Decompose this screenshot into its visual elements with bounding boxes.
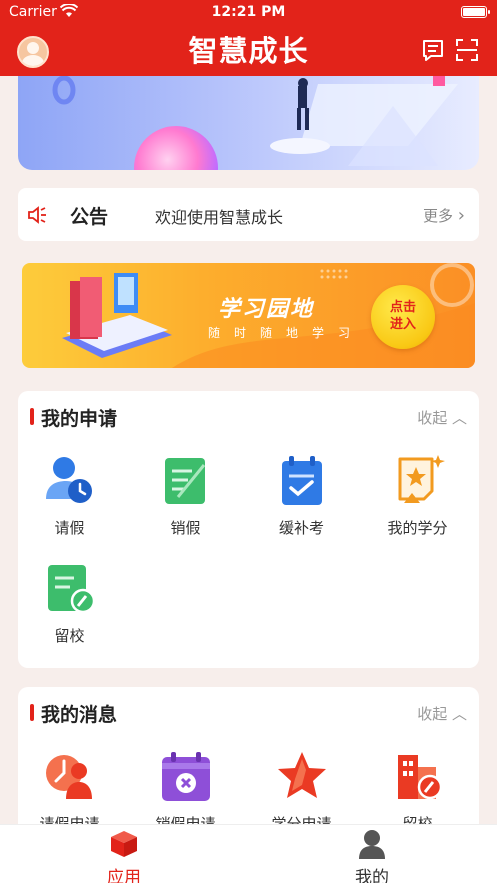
app-item-stay-at-school[interactable]: 留校 [12,561,127,646]
chevron-up-icon: ︿ [451,705,467,723]
bottom-tab-bar: 应用 我的 [0,824,497,883]
stay-at-school-icon [42,561,98,617]
cancel-leave-icon [158,453,214,509]
app-item-credits[interactable]: 我的学分 [360,453,475,538]
msg-item-cancel-leave-request[interactable]: 销假申请 [128,749,243,834]
tab-mine[interactable]: 我的 [248,825,496,883]
msg-item-stay-request[interactable]: 留校 [360,749,475,834]
person-icon [358,829,386,863]
app-item-label: 请假 [54,519,85,537]
collapse-button[interactable]: 收起 ︿ [417,407,467,428]
clock: 12:21 PM [211,4,286,20]
hero-banner[interactable] [18,76,479,170]
enter-button-line2: 进入 [389,317,416,332]
tab-apps[interactable]: 应用 [0,825,248,883]
app-item-leave[interactable]: 请假 [12,453,127,538]
my-messages-card: 我的消息 收起 ︿ 请假申请 销假申请 学分申请 留校 [18,687,479,847]
study-garden-banner[interactable]: 学习园地 随时随地学习 点击 进入 [22,263,475,368]
cancel-leave-request-icon [158,749,214,805]
app-item-cancel-leave[interactable]: 销假 [128,453,243,538]
app-item-label: 销假 [170,519,201,537]
app-item-makeup-exam[interactable]: 缓补考 [244,453,359,538]
app-item-label: 留校 [54,627,85,645]
section-accent-bar [30,704,34,721]
credits-icon [390,453,446,509]
chevron-up-icon: ︿ [451,409,467,427]
makeup-exam-icon [274,453,330,509]
chevron-right-icon: › [457,205,465,226]
study-banner-subtitle: 随时随地学习 [208,326,365,340]
notice-bar[interactable]: 公告 欢迎使用智慧成长 更多 › [18,188,479,241]
enter-button-line1: 点击 [389,300,416,315]
study-banner-title: 学习园地 [218,297,315,322]
section-title: 我的申请 [41,408,118,430]
megaphone-icon [27,205,49,229]
card-header: 我的消息 收起 ︿ [18,687,479,737]
app-item-label: 我的学分 [387,519,448,537]
credit-request-icon [274,749,330,805]
collapse-label: 收起 [417,705,448,723]
notice-more-label: 更多 [423,207,454,225]
section-title: 我的消息 [41,704,118,726]
my-applications-card: 我的申请 收起 ︿ 请假 销假 缓补考 我的学分 留校 [18,391,479,668]
notice-label: 公告 [70,206,109,228]
notice-text[interactable]: 欢迎使用智慧成长 [155,204,283,228]
section-accent-bar [30,408,34,425]
card-header: 我的申请 收起 ︿ [18,391,479,441]
msg-item-credit-request[interactable]: 学分申请 [244,749,359,834]
enter-button[interactable]: 点击 进入 [371,285,435,349]
tab-apps-label: 应用 [107,868,141,883]
tab-mine-label: 我的 [355,868,389,883]
leave-request-icon [42,749,98,805]
msg-item-leave-request[interactable]: 请假申请 [12,749,127,834]
cube-icon [109,829,139,863]
notice-more-link[interactable]: 更多 › [423,205,465,226]
app-header: Carrier 12:21 PM 智慧成长 [0,0,497,76]
app-item-label: 缓补考 [278,519,324,537]
status-bar: Carrier 12:21 PM [0,3,497,22]
battery-icon [461,6,490,18]
collapse-button[interactable]: 收起 ︿ [417,703,467,724]
leave-icon [42,453,98,509]
message-icon[interactable] [421,38,445,62]
stay-request-icon [390,749,446,805]
scan-icon[interactable] [455,38,479,62]
collapse-label: 收起 [417,409,448,427]
